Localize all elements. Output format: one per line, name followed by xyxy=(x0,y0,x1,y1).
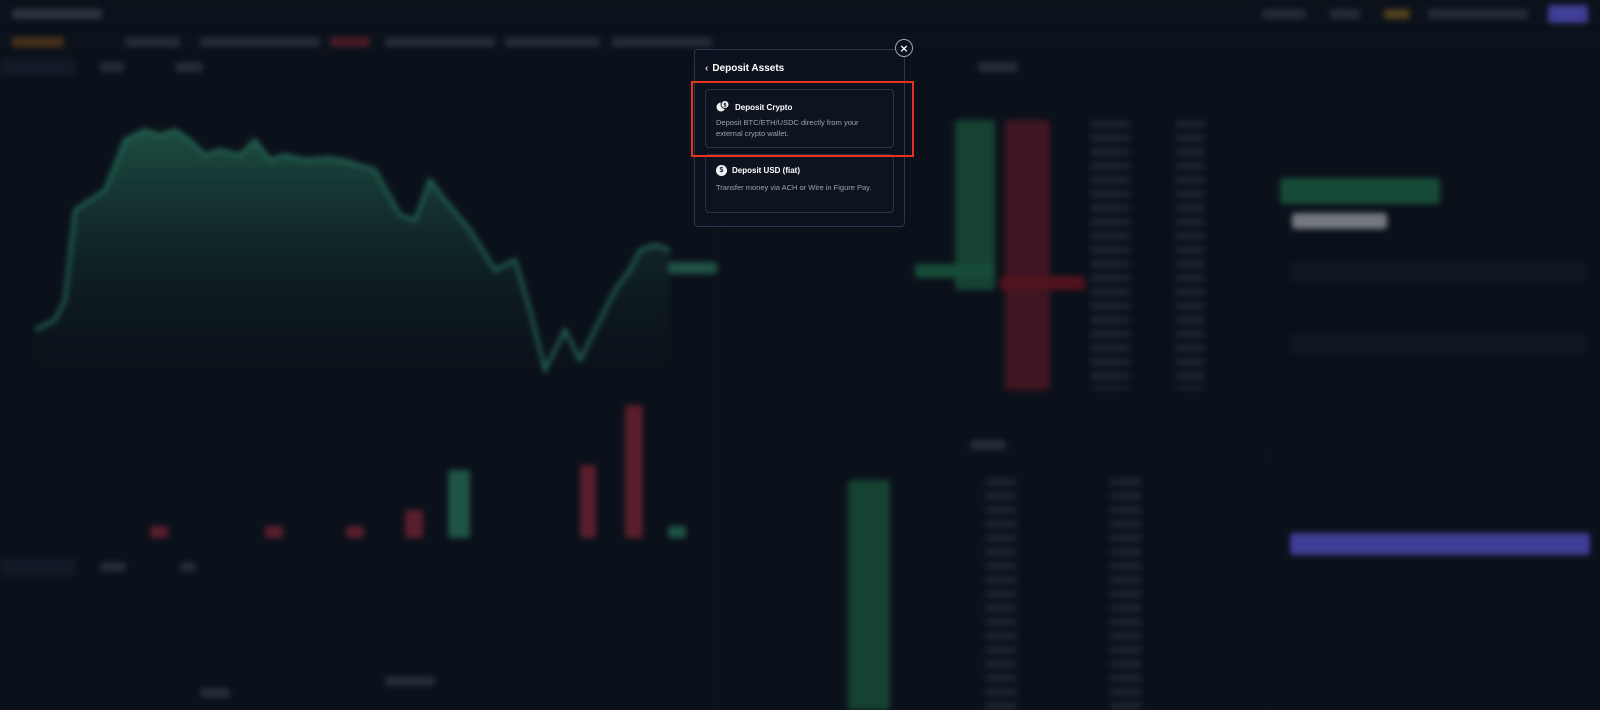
trades-column xyxy=(1110,478,1142,710)
ticker-stat xyxy=(330,37,370,47)
modal-title: Deposit Assets xyxy=(712,62,785,74)
ticker-chip xyxy=(125,37,180,47)
trades-header xyxy=(970,440,1006,450)
brand-logo xyxy=(12,9,102,19)
volume-bar xyxy=(150,526,168,538)
option-description: Deposit BTC/ETH/USDC directly from your … xyxy=(716,118,859,138)
footer-item xyxy=(200,688,230,698)
option-header: $ Deposit Crypto xyxy=(716,100,792,114)
volume-bar xyxy=(448,470,470,538)
orderbook-column xyxy=(1090,120,1130,390)
option-header: $ Deposit USD (fiat) xyxy=(716,165,800,176)
mid-bid xyxy=(915,264,995,278)
ticker-stat xyxy=(505,37,600,47)
panel-divider xyxy=(715,455,1270,456)
back-chevron-icon[interactable]: ‹ xyxy=(705,63,708,74)
panel-divider xyxy=(1270,56,1271,710)
volume-bar xyxy=(625,405,643,538)
orderbook-header xyxy=(978,62,1018,72)
bottom-tab xyxy=(0,558,75,576)
option-title: Deposit USD (fiat) xyxy=(732,166,800,175)
coins-icon: $ xyxy=(716,100,730,114)
deposit-usd-option[interactable]: $ Deposit USD (fiat) Transfer money via … xyxy=(705,154,894,213)
ask-depth xyxy=(1005,120,1050,390)
deposit-crypto-option[interactable]: $ Deposit Crypto Deposit BTC/ETH/USDC di… xyxy=(705,89,894,148)
close-icon[interactable]: × xyxy=(895,39,913,57)
dollar-icon: $ xyxy=(716,165,727,176)
ticker-stat xyxy=(200,37,320,47)
chart-tab xyxy=(100,62,124,72)
option-description: Transfer money via ACH or Wire in Figure… xyxy=(716,183,872,192)
volume-bar xyxy=(405,510,423,538)
market-selector xyxy=(12,37,64,47)
buy-tab xyxy=(1280,178,1440,204)
order-type-tab xyxy=(1292,213,1387,229)
svg-text:$: $ xyxy=(723,103,727,109)
chart-tab xyxy=(175,62,203,72)
deposit-assets-modal: ‹ Deposit Assets $ Deposit Crypto Deposi… xyxy=(694,49,905,227)
footer-item xyxy=(385,676,435,686)
orderbook-column xyxy=(1175,120,1205,390)
volume-bar xyxy=(346,526,364,538)
place-order-button xyxy=(1290,533,1590,555)
account-menu xyxy=(1428,9,1528,19)
volume-bar xyxy=(580,465,596,538)
bottom-tab xyxy=(180,562,196,572)
ticker-stat xyxy=(612,37,712,47)
volume-bar xyxy=(668,526,686,538)
top-navigation-bar xyxy=(0,0,1600,28)
bottom-tab xyxy=(100,562,126,572)
option-title: Deposit Crypto xyxy=(735,102,793,112)
chart-tab xyxy=(0,58,75,76)
price-input xyxy=(1290,263,1585,281)
trades-column xyxy=(848,480,890,710)
mid-ask xyxy=(1000,276,1085,290)
nav-link xyxy=(1262,9,1306,19)
modal-header: ‹ Deposit Assets xyxy=(705,60,784,76)
ticker-stat xyxy=(385,37,495,47)
price-chart xyxy=(34,128,670,380)
amount-input xyxy=(1290,335,1585,353)
price-marker xyxy=(668,262,718,274)
deposit-button-bg xyxy=(1548,5,1588,23)
nav-link xyxy=(1330,9,1360,19)
nav-badge xyxy=(1384,9,1410,19)
volume-bar xyxy=(265,526,283,538)
trades-column xyxy=(985,478,1017,710)
